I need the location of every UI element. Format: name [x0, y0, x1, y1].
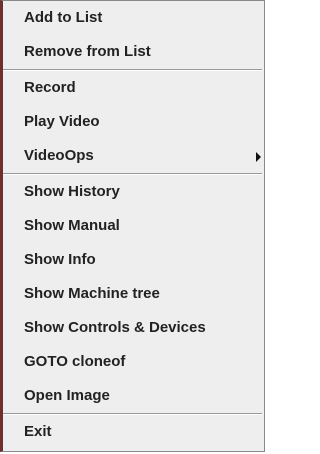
- menu-item-label: Open Image: [24, 387, 110, 404]
- menu-item-exit[interactable]: Exit: [3, 415, 264, 449]
- context-menu: Add to List Remove from List Record Play…: [0, 0, 265, 452]
- menu-item-show-history[interactable]: Show History: [3, 175, 264, 209]
- menu-item-show-controls-devices[interactable]: Show Controls & Devices: [3, 311, 264, 345]
- chevron-right-icon: [256, 152, 261, 162]
- menu-item-label: Play Video: [24, 113, 100, 130]
- menu-item-open-image[interactable]: Open Image: [3, 379, 264, 413]
- menu-item-label: Add to List: [24, 9, 103, 26]
- menu-item-remove-from-list[interactable]: Remove from List: [3, 35, 264, 69]
- menu-item-label: Show History: [24, 183, 120, 200]
- menu-item-label: Exit: [24, 423, 52, 440]
- menu-item-show-machine-tree[interactable]: Show Machine tree: [3, 277, 264, 311]
- menu-item-show-manual[interactable]: Show Manual: [3, 209, 264, 243]
- menu-item-videoops[interactable]: VideoOps: [3, 139, 264, 173]
- menu-item-label: Show Info: [24, 251, 96, 268]
- menu-item-label: Record: [24, 79, 76, 96]
- menu-item-label: Show Controls & Devices: [24, 319, 206, 336]
- menu-item-play-video[interactable]: Play Video: [3, 105, 264, 139]
- menu-item-label: Show Machine tree: [24, 285, 160, 302]
- menu-item-record[interactable]: Record: [3, 71, 264, 105]
- menu-item-add-to-list[interactable]: Add to List: [3, 1, 264, 35]
- menu-item-label: Show Manual: [24, 217, 120, 234]
- menu-item-goto-cloneof[interactable]: GOTO cloneof: [3, 345, 264, 379]
- menu-item-show-info[interactable]: Show Info: [3, 243, 264, 277]
- menu-item-label: VideoOps: [24, 147, 94, 164]
- menu-item-label: Remove from List: [24, 43, 151, 60]
- menu-item-label: GOTO cloneof: [24, 353, 126, 370]
